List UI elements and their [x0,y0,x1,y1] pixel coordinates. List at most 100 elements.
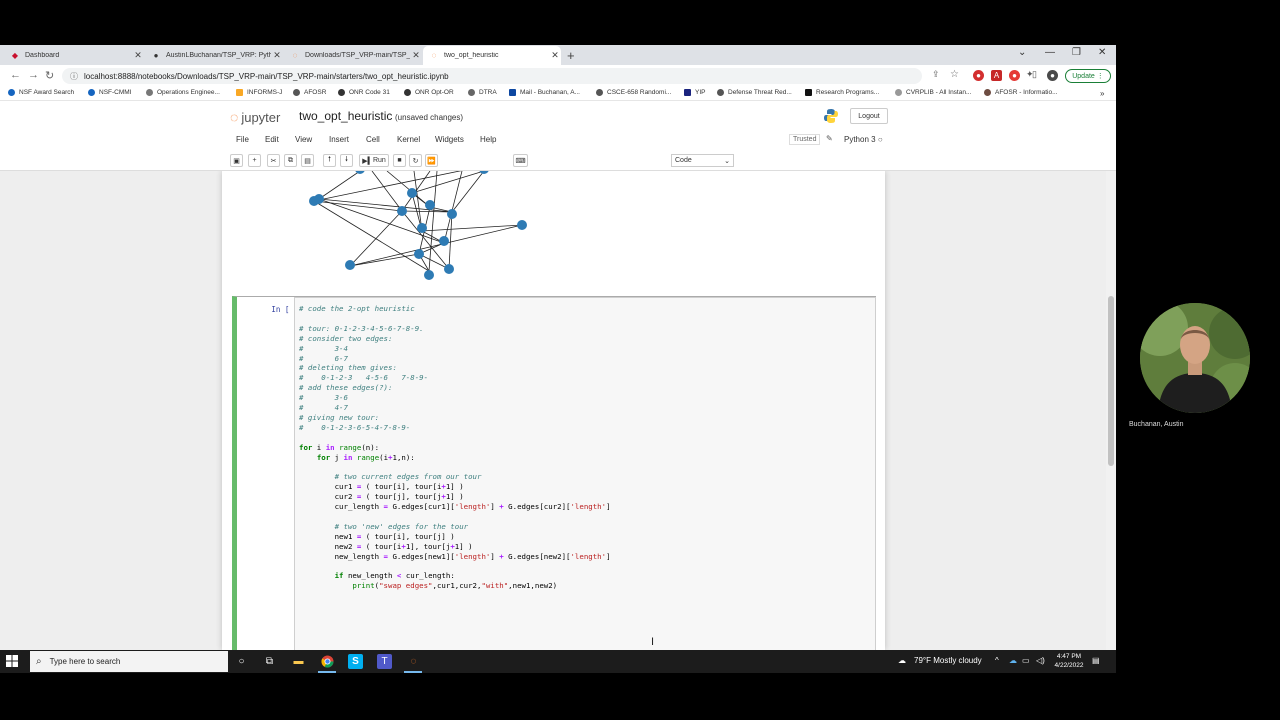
bookmark-icon [509,89,516,96]
forward-icon[interactable]: → [28,69,39,81]
code-cell[interactable]: In [ ]: # code the 2-opt heuristic # tou… [232,296,876,650]
minimize-icon[interactable]: — [1045,47,1055,58]
share-icon[interactable]: ⇪ [932,69,940,80]
bookmark-label: ONR Opt-OR [415,89,454,96]
network-icon[interactable]: ▭ [1022,656,1030,665]
bookmark-item[interactable]: Research Programs... [805,89,879,96]
bookmark-item[interactable]: Mail - Buchanan, A... [509,89,580,96]
tray-chevron-icon[interactable]: ^ [995,656,999,665]
paste-icon[interactable]: ▤ [301,154,314,167]
jupyter-taskbar-icon[interactable]: ◌ [406,654,421,669]
bookmark-item[interactable]: INFORMS-J [236,89,282,96]
weather-icon[interactable]: ☁ [898,656,906,665]
bookmark-item[interactable]: ONR Code 31 [338,89,390,96]
restart-icon[interactable]: ↻ [409,154,422,167]
restart-run-all-icon[interactable]: ⏩ [425,154,438,167]
tab-github[interactable]: ● AustinLBuchanan/TSP_VRP: Pyth... ✕ [145,46,283,65]
bookmark-item[interactable]: CVRPLIB - All Instan... [895,89,971,96]
bookmark-item[interactable]: AFOSR - Informatio... [984,89,1058,96]
bookmark-item[interactable]: YIP [684,89,705,96]
search-icon: ⌕ [36,656,42,667]
tab-search-icon[interactable]: ⌄ [1018,47,1026,58]
extension-icon[interactable]: ● [1009,70,1020,81]
back-icon[interactable]: ← [10,69,21,81]
save-icon[interactable]: ▣ [230,154,243,167]
keyboard-icon[interactable]: ⌨ [513,154,528,167]
code-editor[interactable]: # code the 2-opt heuristic # tour: 0-1-2… [294,297,876,650]
menu-view[interactable]: View [295,135,312,144]
bookmark-item[interactable]: Defense Threat Red... [717,89,792,96]
menu-cell[interactable]: Cell [366,135,380,144]
volume-icon[interactable]: ◁) [1036,656,1045,665]
profile-avatar-icon[interactable]: ● [1047,70,1058,81]
scrollbar-thumb[interactable] [1108,296,1114,466]
tab-downloads[interactable]: ◌ Downloads/TSP_VRP-main/TSP_... ✕ [284,46,422,65]
windows-start-icon[interactable] [6,655,18,667]
notebook-title[interactable]: two_opt_heuristic [299,109,392,123]
cortana-icon[interactable]: ○ [234,654,249,669]
file-explorer-icon[interactable]: ▬ [291,654,306,669]
bookmark-item[interactable]: NSF Award Search [8,89,74,96]
taskbar-search-input[interactable]: ⌕ Type here to search [30,651,228,672]
bookmark-star-icon[interactable]: ☆ [950,69,959,80]
new-tab-button[interactable]: + [567,48,575,63]
add-cell-icon[interactable]: + [248,154,261,167]
onedrive-icon[interactable]: ☁ [1009,656,1017,665]
menu-widgets[interactable]: Widgets [435,135,464,144]
active-app-indicator [404,671,422,673]
bookmark-item[interactable]: NSF-CMMI [88,89,132,96]
menu-help[interactable]: Help [480,135,496,144]
chrome-icon[interactable] [320,654,335,669]
trusted-indicator[interactable]: Trusted [789,134,821,145]
logout-button[interactable]: Logout [850,108,888,124]
menu-insert[interactable]: Insert [329,135,349,144]
tab-two-opt-heuristic[interactable]: ◌ two_opt_heuristic ✕ [423,46,561,65]
close-icon[interactable]: ✕ [410,50,422,61]
bookmark-item[interactable]: AFOSR [293,89,326,96]
restore-icon[interactable]: ❐ [1072,47,1081,58]
bookmark-item[interactable]: DTRA [468,89,497,96]
github-icon: ● [153,51,159,60]
task-view-icon[interactable]: ⧉ [262,654,277,669]
menu-edit[interactable]: Edit [265,135,279,144]
url-text: localhost:8888/notebooks/Downloads/TSP_V… [84,71,449,81]
run-button[interactable]: ▶▍ Run [359,154,389,167]
notifications-icon[interactable]: ▤ [1092,656,1100,665]
menu-kernel[interactable]: Kernel [397,135,420,144]
taskbar-clock[interactable]: 4:47 PM 4/22/2022 [1052,652,1086,670]
reload-icon[interactable]: ↻ [45,69,54,82]
bookmarks-overflow-icon[interactable]: » [1100,89,1104,98]
active-app-indicator [318,671,336,673]
copy-icon[interactable]: ⧉ [284,154,297,167]
close-icon[interactable]: ✕ [271,50,283,61]
close-icon[interactable]: ✕ [549,50,561,61]
move-down-icon[interactable]: 🠗 [340,154,353,167]
cell-type-select[interactable]: Code ⌄ [671,154,734,167]
close-window-icon[interactable]: ✕ [1098,47,1106,58]
bookmark-item[interactable]: Operations Enginee... [146,89,220,96]
info-icon[interactable]: ⓘ [70,71,78,82]
edit-pencil-icon[interactable]: ✎ [826,134,833,143]
bookmark-icon [596,89,603,96]
weather-text[interactable]: 79°F Mostly cloudy [914,656,982,665]
bookmark-label: CVRPLIB - All Instan... [906,89,972,96]
bookmark-item[interactable]: ONR Opt-OR [404,89,454,96]
interrupt-icon[interactable]: ■ [393,154,406,167]
move-up-icon[interactable]: 🠕 [323,154,336,167]
page-scrollbar[interactable] [1106,171,1116,650]
sidebar-icon[interactable]: ▯ [1032,69,1037,80]
tab-dashboard[interactable]: ◆ Dashboard ✕ [4,46,144,65]
address-bar[interactable]: ⓘ localhost:8888/notebooks/Downloads/TSP… [62,68,922,84]
update-button[interactable]: Update ⋮ [1065,69,1111,83]
close-icon[interactable]: ✕ [132,50,144,61]
extension-icon[interactable]: ● [973,70,984,81]
cut-icon[interactable]: ✂ [267,154,280,167]
skype-icon[interactable]: S [348,654,363,669]
graph-node [424,270,434,280]
menu-file[interactable]: File [236,135,249,144]
jupyter-logo[interactable]: ◌ jupyter [230,109,280,125]
pdf-extension-icon[interactable]: A [991,70,1002,81]
bookmark-item[interactable]: CSCE-658 Randomi... [596,89,671,96]
teams-icon[interactable]: T [377,654,392,669]
bookmark-label: INFORMS-J [247,89,283,96]
